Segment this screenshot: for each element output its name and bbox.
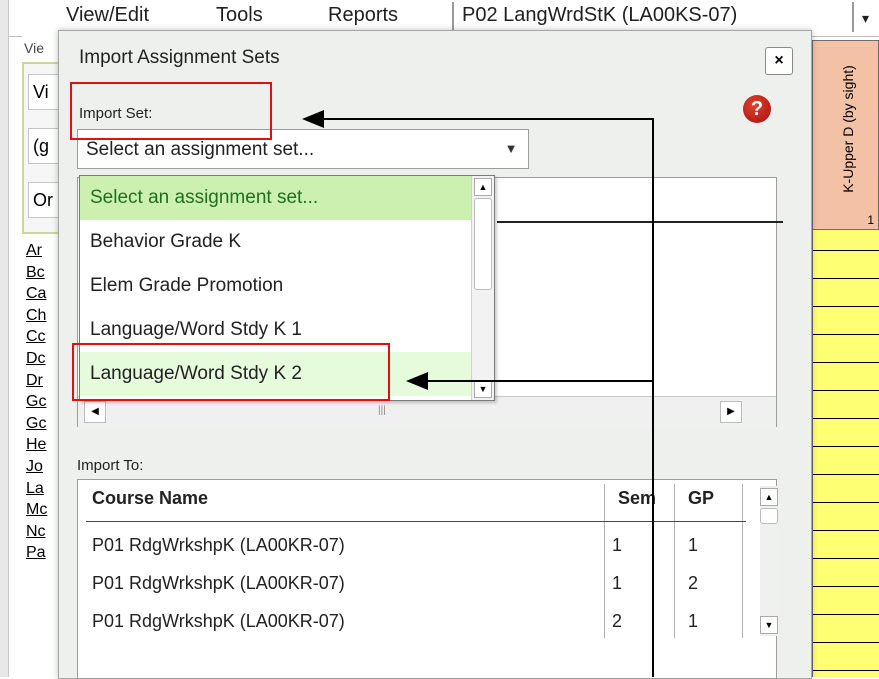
arrow-left-icon bbox=[406, 372, 428, 390]
table-row[interactable]: P01 RdgWrkshpK (LA00KR-07) 2 1 bbox=[78, 604, 738, 640]
cell-divider bbox=[813, 502, 879, 503]
cell-divider bbox=[813, 250, 879, 251]
cell-divider bbox=[813, 390, 879, 391]
scroll-thumb[interactable] bbox=[760, 508, 778, 524]
cell-gp: 2 bbox=[688, 573, 699, 593]
cell-divider bbox=[813, 530, 879, 531]
annotation-arrow-line bbox=[652, 118, 654, 677]
column-separator bbox=[742, 484, 743, 638]
cell-sem: 1 bbox=[612, 535, 623, 555]
header-divider bbox=[86, 521, 746, 522]
chevron-down-icon[interactable]: ▼ bbox=[494, 130, 528, 168]
close-button[interactable]: × bbox=[765, 47, 793, 75]
scroll-down-icon[interactable]: ▼ bbox=[760, 616, 778, 634]
cell-divider bbox=[813, 418, 879, 419]
annotation-arrow-line bbox=[426, 380, 652, 382]
table-row[interactable]: P01 RdgWrkshpK (LA00KR-07) 1 2 bbox=[78, 566, 738, 602]
cell-course: P01 RdgWrkshpK (LA00KR-07) bbox=[92, 573, 345, 593]
cell-sem: 2 bbox=[612, 611, 623, 631]
preview-divider bbox=[497, 221, 783, 223]
cell-divider bbox=[813, 614, 879, 615]
dropdown-option[interactable]: Elem Grade Promotion bbox=[80, 264, 494, 308]
scroll-up-icon[interactable]: ▲ bbox=[474, 178, 492, 196]
window-left-border bbox=[0, 0, 9, 677]
cell-course: P01 RdgWrkshpK (LA00KR-07) bbox=[92, 535, 345, 555]
cell-divider bbox=[813, 586, 879, 587]
score-cells[interactable] bbox=[812, 230, 879, 677]
menu-tools[interactable]: Tools bbox=[216, 4, 263, 27]
cell-divider bbox=[813, 334, 879, 335]
tab-separator bbox=[852, 2, 854, 32]
table-row[interactable]: P01 RdgWrkshpK (LA00KR-07) 1 1 bbox=[78, 528, 738, 564]
arrow-left-icon bbox=[302, 110, 324, 128]
cell-divider bbox=[813, 474, 879, 475]
scroll-thumb[interactable] bbox=[474, 198, 492, 290]
cell-divider bbox=[813, 558, 879, 559]
assignment-column: K-Upper D (by sight) 1 bbox=[812, 40, 879, 677]
tab-separator bbox=[452, 2, 454, 32]
import-set-select-value: Select an assignment set... bbox=[86, 139, 315, 160]
cell-course: P01 RdgWrkshpK (LA00KR-07) bbox=[92, 611, 345, 631]
course-dropdown-arrow-icon[interactable]: ▾ bbox=[862, 10, 869, 27]
dropdown-option[interactable]: Behavior Grade K bbox=[80, 220, 494, 264]
import-to-label: Import To: bbox=[77, 457, 144, 474]
assignment-column-title: K-Upper D (by sight) bbox=[840, 65, 856, 193]
assignment-column-number: 1 bbox=[867, 213, 874, 227]
scroll-grip-icon: ||| bbox=[378, 405, 386, 416]
menu-view-edit[interactable]: View/Edit bbox=[66, 4, 149, 27]
col-header-sem[interactable]: Sem bbox=[618, 488, 656, 509]
cell-gp: 1 bbox=[688, 535, 699, 555]
col-header-gp[interactable]: GP bbox=[688, 488, 714, 509]
assignment-column-header[interactable]: K-Upper D (by sight) 1 bbox=[812, 40, 879, 230]
annotation-box-selected-option bbox=[72, 343, 390, 401]
cell-divider bbox=[813, 362, 879, 363]
cell-divider bbox=[813, 306, 879, 307]
help-icon[interactable]: ? bbox=[743, 95, 771, 123]
cell-gp: 1 bbox=[688, 611, 699, 631]
import-to-table: Course Name Sem GP P01 RdgWrkshpK (LA00K… bbox=[77, 479, 778, 679]
col-header-course-name[interactable]: Course Name bbox=[92, 488, 208, 509]
scroll-up-icon[interactable]: ▲ bbox=[760, 488, 778, 506]
cell-divider bbox=[813, 642, 879, 643]
cell-divider bbox=[813, 670, 879, 671]
course-tab[interactable]: P02 LangWrdStK (LA00KS-07) bbox=[462, 4, 737, 27]
scroll-left-icon[interactable]: ◀ bbox=[84, 401, 106, 423]
scroll-right-icon[interactable]: ▶ bbox=[720, 401, 742, 423]
cell-divider bbox=[813, 446, 879, 447]
cell-sem: 1 bbox=[612, 573, 623, 593]
dialog-title: Import Assignment Sets bbox=[79, 47, 280, 68]
dropdown-scrollbar[interactable]: ▲ ▼ bbox=[471, 176, 494, 400]
scroll-down-icon[interactable]: ▼ bbox=[474, 380, 492, 398]
menu-reports[interactable]: Reports bbox=[328, 4, 398, 27]
left-view-tab[interactable]: Vie bbox=[24, 40, 44, 56]
table-scrollbar[interactable]: ▲ ▼ bbox=[760, 486, 778, 636]
annotation-arrow-line bbox=[320, 118, 654, 120]
dropdown-option[interactable]: Select an assignment set... bbox=[80, 176, 494, 220]
annotation-box-import-set bbox=[70, 82, 272, 140]
cell-divider bbox=[813, 278, 879, 279]
